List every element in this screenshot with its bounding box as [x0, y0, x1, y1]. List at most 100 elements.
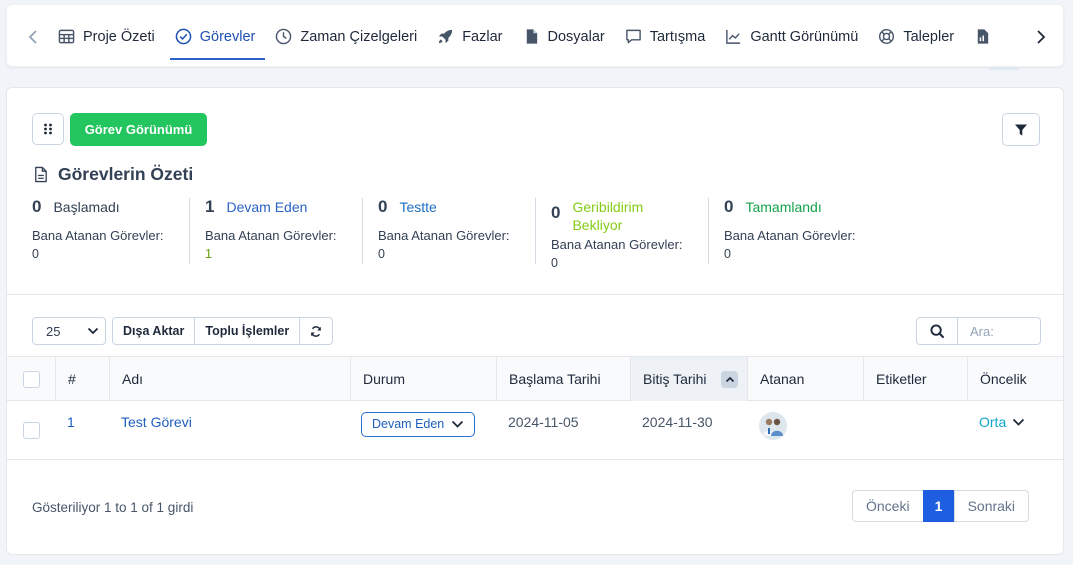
stat-not-started: 0 Başlamadı Bana Atanan Görevler: 0 — [32, 198, 189, 264]
page-size-select[interactable]: 25 — [32, 317, 106, 345]
column-header-tags[interactable]: Etiketler — [863, 357, 967, 401]
task-summary-stats: 0 Başlamadı Bana Atanan Görevler: 0 1 De… — [32, 198, 881, 271]
check-circle-icon — [175, 28, 192, 45]
column-header-label: Bitiş Tarihi — [643, 371, 707, 387]
chevron-down-icon — [452, 420, 464, 428]
column-header-priority[interactable]: Öncelik — [967, 357, 1063, 401]
stat-label[interactable]: Testte — [399, 198, 436, 216]
tabs-scroll-indicator — [989, 67, 1019, 70]
stat-testing: 0 Testte Bana Atanan Görevler: 0 — [362, 198, 535, 264]
column-header-end-date[interactable]: Bitiş Tarihi — [630, 357, 747, 401]
rocket-icon — [439, 29, 453, 44]
bulk-actions-button[interactable]: Toplu İşlemler — [194, 317, 301, 345]
next-page-button[interactable]: Sonraki — [953, 490, 1030, 522]
tab-phases[interactable]: Fazlar — [430, 5, 514, 68]
refresh-button[interactable] — [299, 317, 334, 345]
stat-completed: 0 Tamamlandı Bana Atanan Görevler: 0 — [708, 198, 881, 264]
row-select-cell — [7, 401, 55, 459]
row-checkbox[interactable] — [22, 421, 40, 439]
tab-files[interactable]: Dosyalar — [516, 5, 617, 68]
table-header: # Adı Durum Başlama Tarihi Bitiş Tarihi … — [7, 356, 1063, 401]
project-tabs-bar: Proje Özeti Görevler Zaman Çizelgeleri F… — [6, 4, 1064, 70]
tab-discussion[interactable]: Tartışma — [618, 5, 718, 68]
scroll-left-icon[interactable] — [23, 25, 43, 49]
stat-count: 0 — [378, 197, 388, 216]
stat-assigned-label: Bana Atanan Görevler: — [724, 228, 856, 243]
task-id-link[interactable]: 1 — [55, 401, 109, 459]
comment-icon — [625, 29, 641, 44]
status-dropdown[interactable]: Devam Eden — [361, 411, 476, 437]
grip-icon — [44, 123, 52, 135]
stat-assigned-label: Bana Atanan Görevler: — [551, 237, 683, 252]
tab-gantt-view[interactable]: Gantt Görünümü — [718, 5, 870, 68]
stat-assigned-label: Bana Atanan Görevler: — [205, 228, 337, 243]
stat-label[interactable]: Devam Eden — [226, 198, 307, 216]
page-1-button[interactable]: 1 — [922, 490, 955, 522]
tasks-table: # Adı Durum Başlama Tarihi Bitiş Tarihi … — [7, 356, 1063, 460]
priority-cell: Orta — [967, 401, 1063, 459]
summary-title: Görevlerin Özeti — [32, 164, 193, 185]
sort-ascending-icon[interactable] — [721, 370, 738, 388]
tab-list: Proje Özeti Görevler Zaman Çizelgeleri F… — [51, 5, 1026, 68]
tab-timesheets[interactable]: Zaman Çizelgeleri — [268, 5, 429, 68]
stat-assigned-value: 0 — [378, 247, 385, 261]
tab-label: Görevler — [199, 28, 256, 45]
stat-assigned-value: 0 — [32, 247, 39, 261]
lifebuoy-icon — [879, 28, 895, 45]
table-row: 1 Test Görevi Devam Eden 2024-11-05 2024… — [7, 401, 1063, 460]
tab-reports[interactable] — [967, 5, 1011, 68]
scroll-right-icon[interactable] — [1031, 25, 1051, 49]
table-search — [916, 317, 1041, 345]
section-divider — [7, 294, 1063, 295]
search-button[interactable] — [916, 317, 958, 345]
tab-tasks[interactable]: Görevler — [168, 5, 268, 68]
chevron-down-icon — [1013, 418, 1025, 426]
document-chart-icon — [977, 29, 989, 44]
stat-awaiting-feedback: 0 Geribildirim Bekliyor Bana Atanan Göre… — [535, 198, 708, 270]
tab-label: Talepler — [903, 28, 955, 45]
start-date-cell: 2024-11-05 — [508, 414, 579, 430]
column-settings-button[interactable] — [32, 113, 64, 145]
stat-label[interactable]: Geribildirim Bekliyor — [572, 198, 662, 234]
tasks-panel: Görev Görünümü Görevlerin Özeti 0 Başlam… — [6, 87, 1064, 555]
stat-assigned-label: Bana Atanan Görevler: — [378, 228, 510, 243]
filter-button[interactable] — [1002, 113, 1040, 146]
column-header-assignee[interactable]: Atanan — [747, 357, 863, 401]
export-button[interactable]: Dışa Aktar — [112, 317, 196, 345]
end-date-cell: 2024-11-30 — [642, 414, 713, 430]
tab-label: Fazlar — [462, 28, 503, 45]
priority-dropdown[interactable]: Orta — [979, 414, 1025, 430]
select-all-checkbox[interactable] — [22, 370, 40, 388]
page-size-value: 25 — [46, 323, 61, 339]
document-icon — [35, 166, 47, 183]
task-view-button[interactable]: Görev Görünümü — [70, 113, 207, 146]
tab-label: Zaman Çizelgeleri — [300, 28, 418, 45]
table-action-group: Dışa Aktar Toplu İşlemler — [112, 317, 334, 345]
task-name-link[interactable]: Test Görevi — [109, 401, 350, 459]
pagination: Önceki 1 Sonraki — [852, 490, 1030, 522]
table-icon — [58, 29, 75, 44]
assignee-avatar[interactable] — [759, 412, 787, 440]
column-header-name[interactable]: Adı — [109, 357, 350, 401]
stat-label: Başlamadı — [53, 199, 120, 215]
chevron-down-icon — [87, 327, 99, 335]
column-header-status[interactable]: Durum — [350, 357, 496, 401]
tags-cell — [863, 401, 967, 459]
stat-label[interactable]: Tamamlandı — [745, 198, 821, 216]
status-cell: Devam Eden — [350, 401, 496, 459]
tab-project-overview[interactable]: Proje Özeti — [51, 5, 167, 68]
column-header-id[interactable]: # — [55, 357, 109, 401]
tab-requests[interactable]: Talepler — [871, 5, 966, 68]
priority-value: Orta — [979, 414, 1007, 430]
refresh-icon — [311, 325, 322, 337]
column-header-start-date[interactable]: Başlama Tarihi — [496, 357, 630, 401]
search-input[interactable] — [958, 317, 1041, 345]
tab-label: Gantt Görünümü — [750, 28, 859, 45]
file-icon — [526, 29, 537, 44]
select-all-cell — [7, 357, 55, 401]
stat-assigned-value: 0 — [724, 247, 731, 261]
filter-icon — [1015, 124, 1027, 135]
prev-page-button[interactable]: Önceki — [852, 490, 924, 522]
clock-icon — [276, 28, 292, 45]
stat-count: 0 — [551, 203, 561, 222]
